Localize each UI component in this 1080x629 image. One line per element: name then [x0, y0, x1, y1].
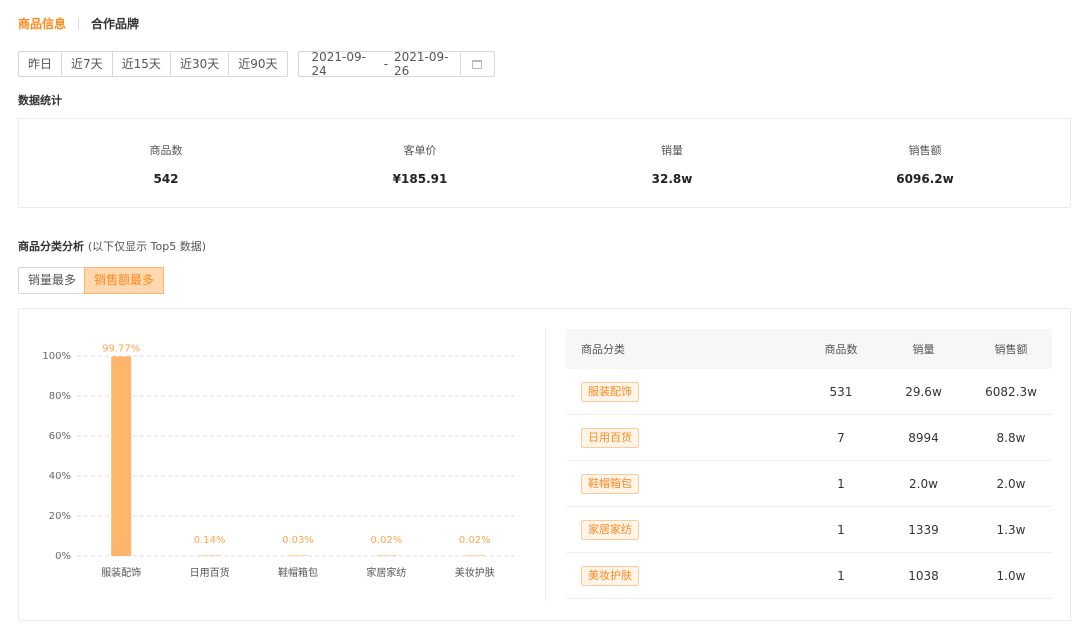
stat-label: 销售额	[908, 144, 942, 157]
tab-partner-brands[interactable]: 合作品牌	[91, 15, 139, 32]
bar-data-label: 0.02%	[459, 535, 491, 546]
stat-value: 542	[153, 172, 179, 186]
bar	[111, 356, 132, 556]
bar-data-label: 99.77%	[102, 343, 140, 354]
panel-divider	[545, 329, 546, 601]
category-table: 商品分类 商品数 销量 销售额 服装配饰 531 29.6w 6082.3w 日…	[566, 329, 1052, 599]
bar	[288, 555, 308, 556]
sort-by-revenue-button[interactable]: 销售额最多	[84, 267, 165, 294]
cell-revenue: 6082.3w	[985, 384, 1037, 399]
stat-sales-volume: 销量 32.8w	[572, 119, 772, 207]
tab-product-info[interactable]: 商品信息	[18, 15, 66, 32]
y-tick-label: 80%	[49, 391, 71, 402]
tab-divider	[78, 17, 80, 30]
category-tag: 日用百货	[581, 427, 639, 448]
sort-toggle-group: 销量最多 销售额最多	[18, 267, 165, 294]
y-tick-label: 20%	[49, 511, 71, 522]
range-7d-button[interactable]: 近7天	[61, 52, 112, 76]
header-revenue: 销售额	[994, 343, 1028, 356]
stats-card: 商品数 542 客单价 ¥185.91 销量 32.8w 销售额 6096.2w	[18, 118, 1071, 208]
x-tick-label: 美妆护肤	[455, 566, 495, 579]
range-yesterday-button[interactable]: 昨日	[19, 52, 61, 76]
table-row: 家居家纺 1 1339 1.3w	[566, 507, 1052, 553]
x-tick-label: 日用百货	[190, 566, 230, 579]
date-separator: -	[383, 57, 389, 71]
bar-data-label: 0.14%	[194, 535, 226, 546]
stat-label: 商品数	[149, 144, 183, 157]
stat-value: 6096.2w	[896, 172, 954, 186]
bar-data-label: 0.02%	[371, 535, 403, 546]
table-row: 鞋帽箱包 1 2.0w 2.0w	[566, 461, 1052, 507]
cell-sales: 1038	[908, 568, 939, 583]
category-bar-chart: 0% 20% 40% 60% 80% 100% 99.77% 服装配饰 0.14% 日用百货 0.0…	[42, 343, 519, 579]
top-tabs: 商品信息 合作品牌	[18, 15, 139, 32]
cell-revenue: 1.3w	[996, 522, 1026, 537]
range-30d-button[interactable]: 近30天	[169, 52, 228, 76]
cell-sales: 2.0w	[909, 476, 938, 491]
date-range-picker[interactable]: 2021-09-24 - 2021-09-26	[297, 50, 495, 78]
category-hint: (以下仅显示 Top5 数据)	[87, 240, 206, 253]
table-row: 日用百货 7 8994 8.8w	[566, 415, 1052, 461]
y-tick-label: 60%	[49, 431, 71, 442]
cell-sales: 29.6w	[905, 384, 942, 399]
end-date[interactable]: 2021-09-26	[394, 50, 460, 78]
header-category: 商品分类	[581, 343, 625, 356]
stats-section-title: 数据统计	[18, 94, 62, 107]
stat-value: ¥185.91	[392, 172, 448, 186]
table-header: 商品分类 商品数 销量 销售额	[566, 329, 1052, 369]
date-filter-bar: 昨日 近7天 近15天 近30天 近90天 2021-09-24 - 2021-…	[18, 50, 495, 78]
x-tick-label: 鞋帽箱包	[278, 566, 318, 579]
category-tag: 美妆护肤	[581, 565, 639, 586]
sort-by-volume-button[interactable]: 销量最多	[19, 268, 85, 293]
y-tick-label: 100%	[42, 351, 71, 362]
table-row: 美妆护肤 1 1038 1.0w	[566, 553, 1052, 599]
category-tag: 服装配饰	[581, 381, 639, 402]
bar	[199, 555, 220, 556]
category-section-title: 商品分类分析 (以下仅显示 Top5 数据)	[18, 238, 206, 254]
calendar-icon[interactable]	[460, 52, 493, 76]
y-tick-label: 40%	[49, 471, 71, 482]
table-row: 服装配饰 531 29.6w 6082.3w	[566, 369, 1052, 415]
quick-range-group: 昨日 近7天 近15天 近30天 近90天	[18, 51, 288, 77]
category-tag: 鞋帽箱包	[581, 473, 639, 494]
range-15d-button[interactable]: 近15天	[111, 52, 170, 76]
stat-value: 32.8w	[651, 172, 693, 186]
range-90d-button[interactable]: 近90天	[228, 52, 286, 76]
category-panel: 0% 20% 40% 60% 80% 100% 99.77% 服装配饰 0.14% 日用百货 0.0…	[18, 308, 1071, 621]
stat-revenue: 销售额 6096.2w	[825, 119, 1025, 207]
bar	[376, 555, 397, 556]
category-title: 商品分类分析	[18, 240, 84, 253]
x-tick-label: 服装配饰	[101, 566, 141, 579]
cell-sales: 8994	[908, 430, 939, 445]
bar-data-label: 0.03%	[282, 535, 314, 546]
x-tick-label: 家居家纺	[366, 566, 406, 579]
stat-label: 销量	[661, 144, 683, 157]
y-tick-label: 0%	[55, 551, 71, 562]
header-sales: 销量	[912, 343, 935, 356]
stat-avg-price: 客单价 ¥185.91	[320, 119, 520, 207]
start-date[interactable]: 2021-09-24	[312, 50, 378, 78]
cell-revenue: 2.0w	[996, 476, 1026, 491]
category-tag: 家居家纺	[581, 519, 639, 540]
stat-label: 客单价	[403, 144, 437, 157]
cell-revenue: 1.0w	[996, 568, 1026, 583]
cell-revenue: 8.8w	[996, 430, 1026, 445]
cell-sales: 1339	[908, 522, 939, 537]
bar	[464, 555, 485, 556]
stat-product-count: 商品数 542	[66, 119, 266, 207]
